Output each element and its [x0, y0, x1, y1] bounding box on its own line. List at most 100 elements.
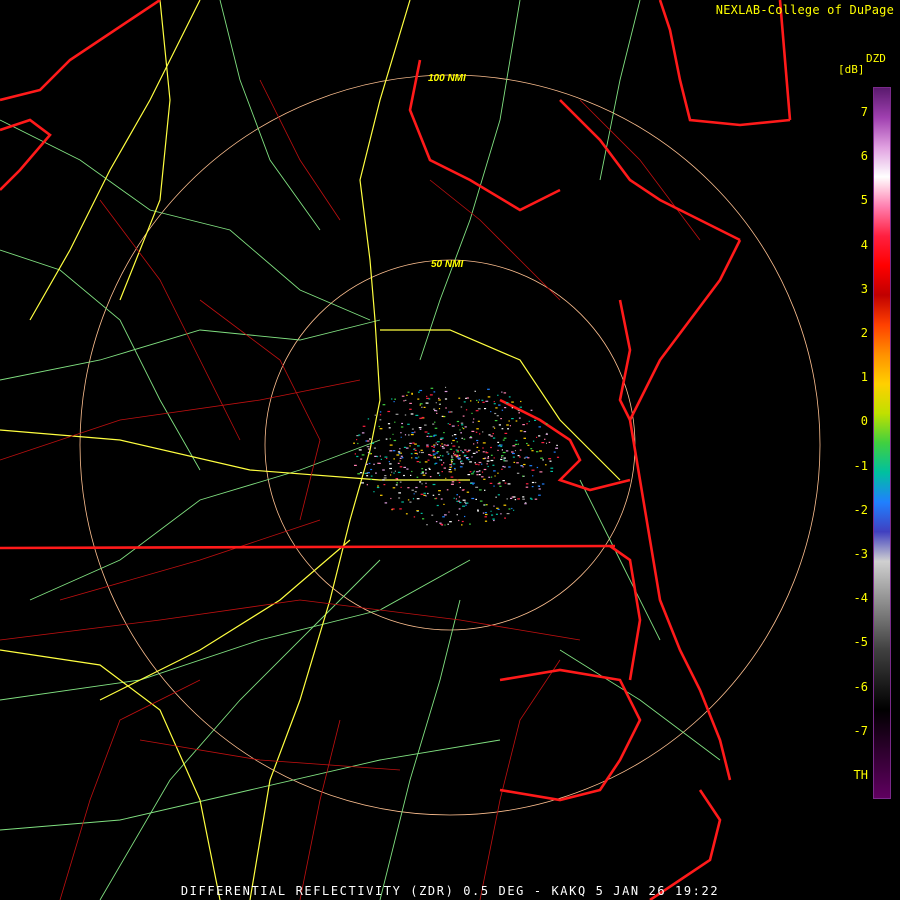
echo-pixel [453, 434, 457, 436]
echo-pixel [434, 410, 437, 412]
echo-pixel [449, 471, 453, 473]
echo-pixel [380, 494, 383, 496]
echo-pixel [461, 524, 463, 526]
echo-pixel [546, 432, 548, 435]
echo-pixel [370, 478, 373, 481]
legend-tick: -6 [853, 679, 868, 694]
echo-pixel [419, 428, 422, 430]
echo-pixel [522, 466, 524, 468]
echo-pixel [430, 387, 434, 389]
echo-pixel [508, 420, 510, 422]
echo-pixel [467, 449, 471, 451]
echo-pixel [484, 504, 487, 506]
echo-pixel [383, 484, 386, 486]
echo-pixel [440, 459, 443, 461]
echo-pixel [455, 498, 457, 500]
echo-pixel [523, 431, 527, 433]
echo-pixel [441, 464, 443, 466]
legend-units: [dB] [838, 63, 865, 76]
echo-pixel [428, 454, 431, 456]
echo-pixel [503, 466, 506, 468]
echo-pixel [522, 496, 525, 498]
echo-pixel [435, 402, 437, 404]
echo-pixel [517, 455, 520, 457]
echo-pixel [410, 434, 414, 436]
echo-pixel [366, 475, 369, 477]
echo-pixel [457, 424, 459, 427]
echo-pixel [462, 499, 466, 501]
echo-pixel [432, 483, 436, 486]
echo-pixel [536, 466, 539, 469]
echo-pixel [411, 428, 414, 430]
echo-pixel [472, 421, 474, 423]
echo-pixel [528, 420, 530, 422]
echo-pixel [451, 465, 453, 467]
echo-pixel [460, 460, 463, 462]
echo-pixel [445, 386, 447, 388]
echo-pixel [497, 394, 499, 396]
echo-pixel [549, 460, 552, 462]
echo-pixel [419, 481, 422, 483]
echo-pixel [534, 498, 538, 500]
echo-pixel [501, 456, 503, 458]
echo-pixel [510, 497, 513, 499]
echo-pixel [464, 426, 467, 428]
echo-pixel [453, 454, 457, 456]
echo-pixel [556, 444, 558, 446]
echo-pixel [507, 483, 511, 485]
echo-pixel [463, 401, 466, 403]
echo-pixel [379, 411, 382, 413]
echo-pixel [485, 513, 488, 516]
echo-pixel [499, 485, 502, 487]
echo-pixel [455, 456, 457, 458]
echo-pixel [539, 471, 543, 473]
echo-pixel [426, 395, 428, 397]
echo-pixel [511, 418, 514, 420]
echo-pixel [530, 409, 533, 411]
echo-pixel [393, 439, 397, 442]
echo-pixel [367, 472, 370, 474]
echo-pixel [511, 507, 513, 510]
echo-pixel [413, 448, 415, 450]
echo-pixel [479, 433, 481, 435]
echo-pixel [512, 456, 515, 458]
echo-pixel [366, 446, 370, 448]
range-ring-100 [79, 74, 821, 816]
echo-pixel [532, 440, 535, 442]
echo-pixel [419, 461, 421, 463]
echo-pixel [419, 417, 423, 419]
echo-pixel [359, 472, 363, 474]
echo-pixel [413, 516, 416, 518]
echo-pixel [466, 458, 469, 460]
ring-label-100: 100 NMI [428, 73, 466, 84]
echo-pixel [501, 391, 503, 393]
product-caption: DIFFERENTIAL REFLECTIVITY (ZDR) 0.5 DEG … [180, 884, 720, 898]
echo-pixel [379, 419, 382, 421]
echo-pixel [374, 414, 376, 416]
echo-pixel [367, 451, 370, 454]
echo-pixel [482, 447, 484, 449]
radar-map[interactable] [0, 0, 900, 900]
highway-network [0, 0, 621, 900]
echo-pixel [471, 473, 474, 475]
echo-pixel [484, 489, 486, 491]
echo-pixel [465, 504, 467, 506]
state-borders [0, 0, 792, 900]
echo-pixel [506, 402, 509, 404]
echo-pixel [456, 479, 459, 481]
echo-pixel [440, 437, 443, 439]
echo-pixel [472, 482, 475, 484]
echo-pixel [365, 440, 367, 442]
echo-pixel [473, 470, 475, 472]
legend-tick: TH [853, 768, 868, 782]
echo-pixel [434, 463, 436, 465]
echo-pixel [495, 407, 498, 409]
echo-pixel [420, 449, 423, 451]
echo-pixel [444, 398, 448, 400]
echo-pixel [448, 511, 450, 513]
echo-pixel [435, 497, 438, 499]
echo-pixel [444, 390, 448, 393]
echo-pixel [517, 443, 519, 445]
echo-pixel [410, 453, 413, 455]
echo-pixel [412, 442, 415, 444]
